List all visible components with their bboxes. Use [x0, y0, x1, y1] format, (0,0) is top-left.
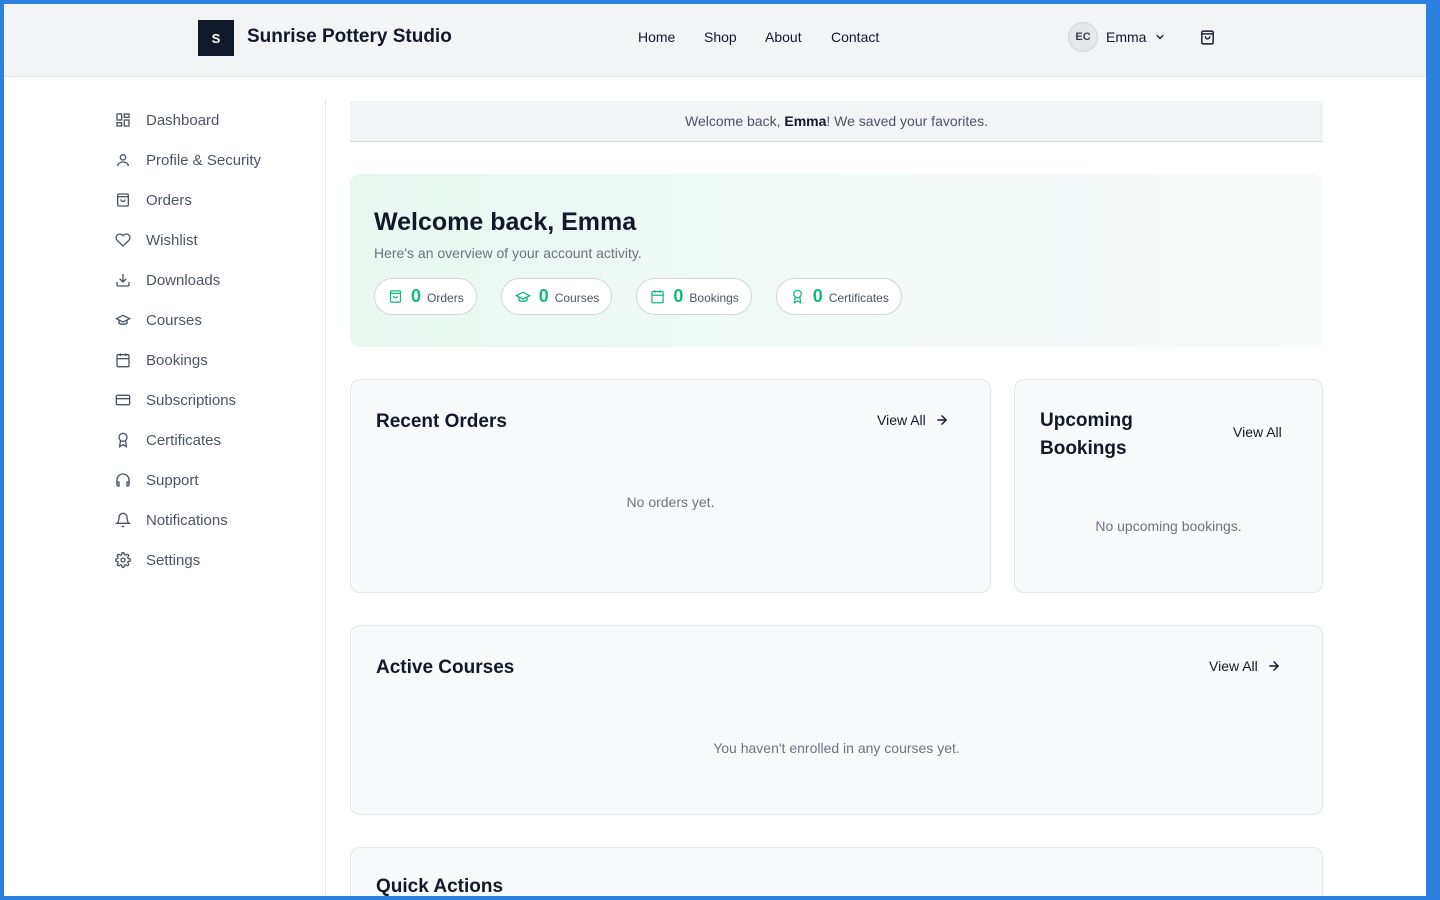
sidebar-item-orders[interactable]: Orders: [115, 180, 315, 220]
download-icon: [115, 272, 131, 288]
view-all-label: View All: [877, 412, 926, 428]
sidebar-item-subscriptions[interactable]: Subscriptions: [115, 380, 315, 420]
window-frame-edge: [1426, 0, 1430, 900]
nav-home[interactable]: Home: [638, 29, 675, 45]
active-courses-title: Active Courses: [376, 657, 515, 678]
account-sidebar: Dashboard Profile & Security Orders Wish…: [115, 100, 315, 580]
stat-label: Bookings: [689, 291, 739, 305]
sidebar-item-settings[interactable]: Settings: [115, 540, 315, 580]
sidebar-item-notifications[interactable]: Notifications: [115, 500, 315, 540]
page-title: Welcome back, Emma: [374, 208, 637, 236]
welcome-banner: Welcome back, Emma! We saved your favori…: [350, 101, 1323, 142]
calendar-icon: [650, 289, 665, 304]
calendar-icon: [115, 352, 131, 368]
empty-state: No upcoming bookings.: [1095, 518, 1242, 534]
sidebar-item-label: Certificates: [146, 431, 222, 449]
title-line: Upcoming: [1040, 410, 1133, 431]
logo[interactable]: S: [198, 20, 234, 56]
dashboard-icon: [115, 112, 131, 128]
banner-suffix: ! We saved your favorites.: [826, 113, 988, 129]
brand-name[interactable]: Sunrise Pottery Studio: [247, 26, 452, 48]
bell-icon: [115, 512, 131, 528]
award-icon: [790, 289, 805, 304]
stat-orders[interactable]: 0 Orders: [374, 278, 477, 315]
user-menu[interactable]: EC Emma: [1068, 22, 1166, 52]
title-line: Bookings: [1040, 438, 1127, 459]
upcoming-bookings-title: Upcoming Bookings: [1040, 407, 1133, 463]
sidebar-item-wishlist[interactable]: Wishlist: [115, 220, 315, 260]
active-courses-card: Active Courses View All You haven't enro…: [350, 625, 1323, 815]
banner-name: Emma: [784, 113, 827, 129]
stat-label: Courses: [554, 291, 600, 305]
arrow-right-icon: [935, 413, 949, 427]
sidebar-item-bookings[interactable]: Bookings: [115, 340, 315, 380]
bag-icon: [388, 289, 403, 304]
gear-icon: [115, 552, 131, 568]
sidebar-item-courses[interactable]: Courses: [115, 300, 315, 340]
stat-certificates[interactable]: 0 Certificates: [775, 278, 902, 315]
sidebar-item-downloads[interactable]: Downloads: [115, 260, 315, 300]
sidebar-divider: [325, 100, 326, 900]
upcoming-bookings-view-all[interactable]: View All: [1233, 424, 1282, 440]
graduation-cap-icon: [115, 312, 131, 328]
sidebar-item-profile-security[interactable]: Profile & Security: [115, 140, 315, 180]
sidebar-item-label: Downloads: [146, 271, 221, 289]
stat-value: 0: [812, 286, 823, 306]
nav-contact[interactable]: Contact: [831, 29, 879, 45]
credit-card-icon: [115, 392, 131, 408]
avatar: EC: [1068, 22, 1098, 52]
quick-actions-title: Quick Actions: [376, 876, 504, 897]
sidebar-item-label: Dashboard: [146, 111, 220, 129]
recent-orders-title: Recent Orders: [376, 411, 507, 432]
sidebar-item-support[interactable]: Support: [115, 460, 315, 500]
bag-icon: [115, 192, 131, 208]
sidebar-item-label: Settings: [146, 551, 201, 569]
stat-value: 0: [673, 286, 684, 306]
empty-state: No orders yet.: [626, 494, 715, 510]
user-icon: [115, 152, 131, 168]
sidebar-item-label: Subscriptions: [146, 391, 237, 409]
sidebar-item-dashboard[interactable]: Dashboard: [115, 100, 315, 140]
upcoming-bookings-card: Upcoming Bookings View All No upcoming b…: [1014, 379, 1323, 593]
cart-button[interactable]: [1199, 29, 1216, 51]
stat-courses[interactable]: 0 Courses: [500, 278, 613, 315]
sidebar-item-label: Orders: [146, 191, 192, 209]
page-subtitle: Here's an overview of your account activ…: [374, 245, 642, 261]
award-icon: [115, 432, 131, 448]
sidebar-item-label: Courses: [146, 311, 202, 329]
recent-orders-card: Recent Orders View All No orders yet.: [350, 379, 991, 593]
sidebar-item-certificates[interactable]: Certificates: [115, 420, 315, 460]
view-all-label: View All: [1233, 424, 1282, 440]
empty-state: You haven't enrolled in any courses yet.: [713, 740, 960, 756]
nav-about[interactable]: About: [765, 29, 802, 45]
sidebar-item-label: Profile & Security: [146, 151, 262, 169]
sidebar-item-label: Bookings: [146, 351, 208, 369]
site-header: S Sunrise Pottery Studio Home Shop About…: [4, 4, 1426, 77]
user-name: Emma: [1106, 29, 1147, 45]
stat-value: 0: [411, 286, 422, 306]
headphones-icon: [115, 472, 131, 488]
chevron-down-icon: [1154, 31, 1166, 43]
active-courses-view-all[interactable]: View All: [1209, 658, 1281, 674]
stat-bookings[interactable]: 0 Bookings: [636, 278, 752, 315]
welcome-hero: Welcome back, Emma Here's an overview of…: [350, 174, 1323, 347]
stat-label: Certificates: [828, 291, 889, 305]
nav-shop[interactable]: Shop: [704, 29, 737, 45]
sidebar-item-label: Wishlist: [146, 231, 198, 249]
shopping-bag-icon: [1199, 29, 1216, 51]
heart-icon: [115, 232, 131, 248]
stats-row: 0 Orders 0 Courses 0 Bookings 0 Certific…: [374, 278, 902, 315]
recent-orders-view-all[interactable]: View All: [877, 412, 949, 428]
stat-label: Orders: [427, 291, 464, 305]
arrow-right-icon: [1267, 659, 1281, 673]
view-all-label: View All: [1209, 658, 1258, 674]
banner-prefix: Welcome back,: [685, 113, 785, 129]
quick-actions-card: Quick Actions: [350, 847, 1323, 900]
graduation-cap-icon: [514, 289, 531, 305]
sidebar-item-label: Notifications: [146, 511, 228, 529]
sidebar-item-label: Support: [146, 471, 199, 489]
stat-value: 0: [538, 286, 549, 306]
